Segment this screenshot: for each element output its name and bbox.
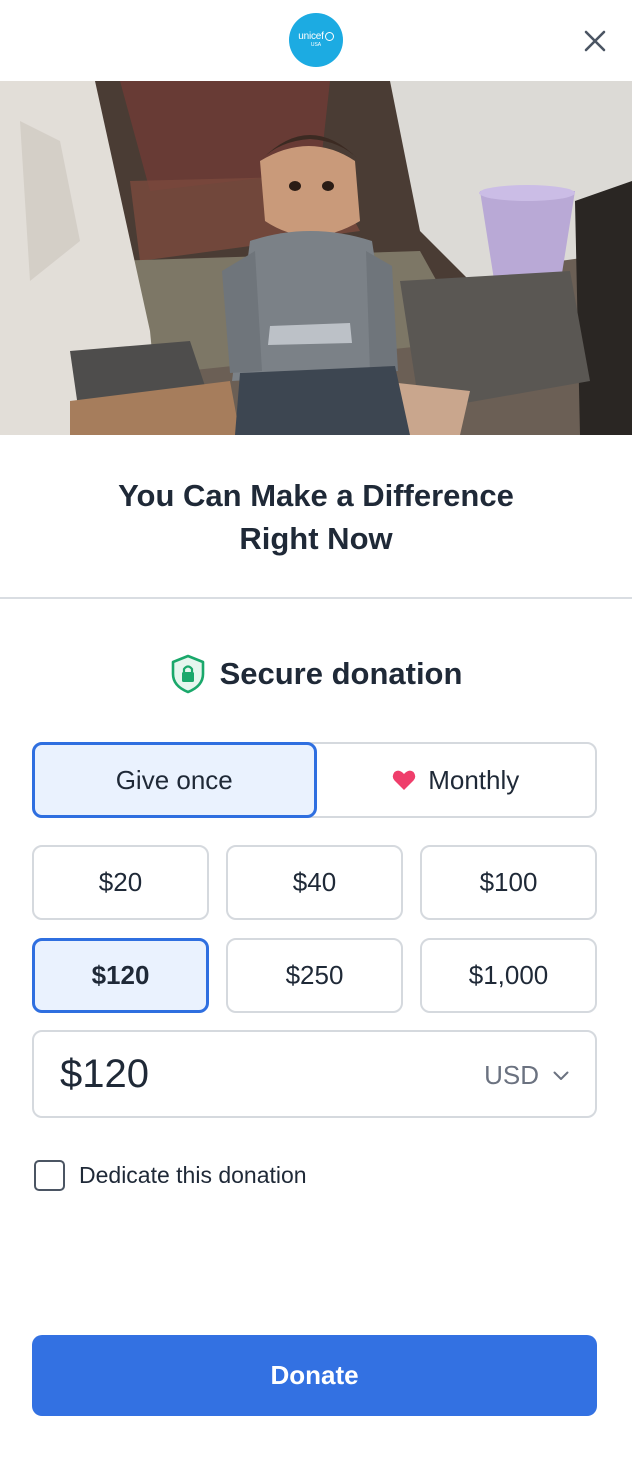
close-icon[interactable] [580, 26, 610, 56]
currency-label: USD [484, 1060, 539, 1090]
amount-option-40[interactable]: $40 [226, 845, 403, 920]
donate-button[interactable]: Donate [32, 1335, 597, 1416]
amount-option-1000[interactable]: $1,000 [420, 938, 597, 1013]
globe-icon [324, 32, 334, 41]
hero-image [0, 81, 632, 435]
give-once-option[interactable]: Give once [32, 742, 317, 818]
shield-lock-icon [171, 654, 204, 694]
heart-icon [392, 770, 416, 790]
monthly-option[interactable]: Monthly [317, 744, 596, 816]
chevron-down-icon [553, 1071, 569, 1080]
dedicate-label: Dedicate this donation [79, 1162, 307, 1188]
divider [0, 597, 632, 599]
unicef-logo[interactable]: unicef USA [289, 13, 343, 67]
amount-value[interactable]: $120 [60, 1052, 149, 1097]
amount-input[interactable]: $120 USD [32, 1030, 597, 1118]
header: unicef USA [0, 0, 632, 81]
frequency-toggle: Give once Monthly [32, 742, 597, 818]
amount-option-120[interactable]: $120 [32, 938, 209, 1013]
give-once-label: Give once [115, 764, 233, 795]
logo-text: unicef [298, 30, 324, 42]
secure-donation-label: Secure donation [219, 656, 463, 691]
secure-donation-heading: Secure donation [0, 652, 632, 696]
amount-option-250[interactable]: $250 [226, 938, 403, 1013]
currency-select[interactable]: USD [484, 1060, 569, 1091]
dedicate-checkbox[interactable] [34, 1160, 65, 1191]
title-line-1: You Can Make a Difference [118, 478, 514, 513]
page-title: You Can Make a Difference Right Now [0, 474, 632, 560]
title-line-2: Right Now [239, 521, 393, 556]
monthly-label: Monthly [428, 764, 520, 795]
amount-option-100[interactable]: $100 [420, 845, 597, 920]
dedicate-checkbox-row[interactable]: Dedicate this donation [34, 1160, 307, 1191]
amount-option-20[interactable]: $20 [32, 845, 209, 920]
logo-subtext: USA [310, 41, 322, 48]
